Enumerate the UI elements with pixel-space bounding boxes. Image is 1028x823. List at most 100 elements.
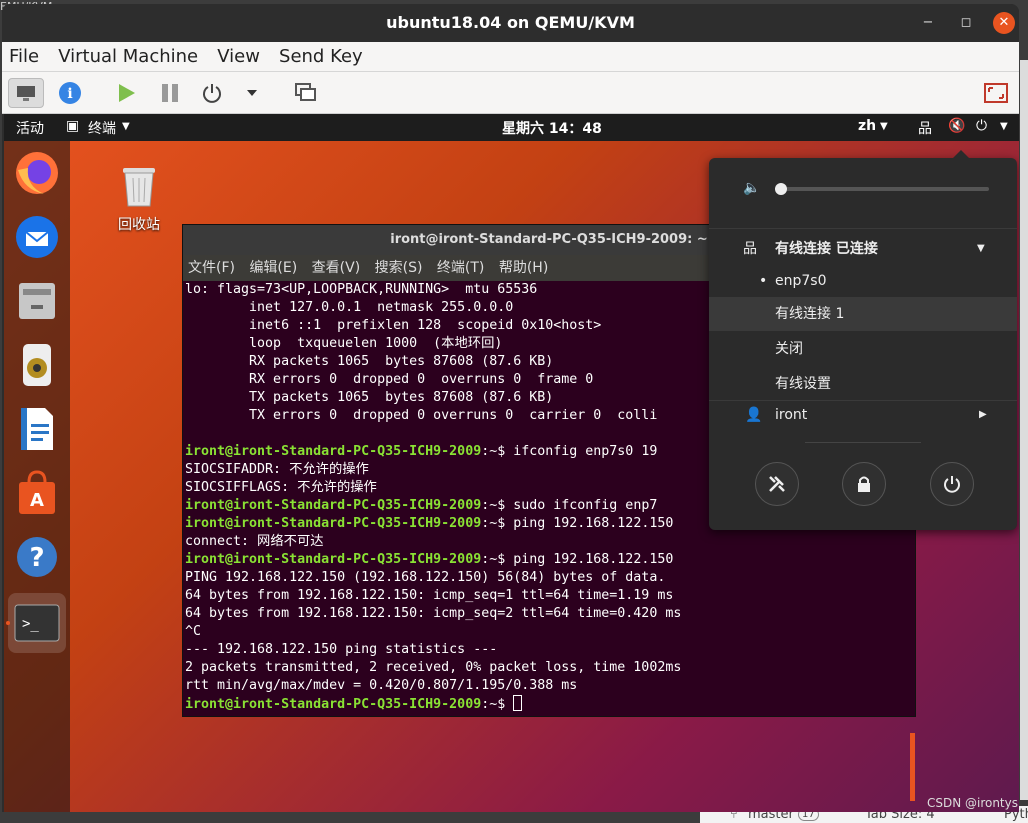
prompt-path: :~$ [481, 516, 514, 531]
info-icon[interactable]: i [52, 78, 88, 108]
firefox-icon[interactable] [13, 149, 61, 197]
volume-muted-icon[interactable]: 🔇 [948, 118, 965, 134]
wired-settings-item[interactable]: 有线设置 [709, 367, 1017, 401]
term-menu-terminal[interactable]: 终端(T) [437, 260, 484, 276]
software-icon[interactable]: A [13, 469, 61, 517]
dock: A ? >_ [4, 141, 70, 812]
command: sudo ifconfig enp7 [513, 498, 658, 513]
volume-slider-knob[interactable] [775, 183, 787, 195]
svg-text:A: A [30, 490, 44, 511]
settings-icon[interactable] [755, 462, 799, 506]
connection-1-label: 有线连接 1 [775, 306, 845, 322]
terminal-line: PING 192.168.122.150 (192.168.122.150) 5… [185, 570, 666, 585]
term-menu-search[interactable]: 搜索(S) [375, 260, 423, 276]
maximize-icon[interactable]: ◻ [955, 12, 977, 34]
turn-off-label: 关闭 [775, 341, 803, 357]
terminal-dock-icon[interactable]: >_ [8, 593, 66, 653]
command: ping 192.168.122.150 [513, 552, 674, 567]
wired-settings-label: 有线设置 [775, 376, 831, 392]
user-item[interactable]: 👤 iront ▶ [709, 398, 1017, 432]
play-icon[interactable] [108, 78, 144, 108]
power-icon[interactable] [930, 462, 974, 506]
terminal-line: iront@iront-Standard-PC-Q35-ICH9-2009:~$ [185, 695, 911, 714]
trash-label: 回收站 [118, 217, 160, 233]
terminal-line: rtt min/avg/max/mdev = 0.420/0.807/1.195… [185, 678, 578, 693]
terminal-line: 64 bytes from 192.168.122.150: icmp_seq=… [185, 606, 682, 621]
power-icon[interactable] [194, 78, 230, 108]
gnome-topbar: 活动 ▣ 终端 ▼ 星期六 14：48 zh ▼ 品 🔇 ⏻ ▼ [4, 114, 1019, 141]
terminal-app-icon: ▣ [66, 118, 80, 134]
files-icon[interactable] [13, 277, 61, 325]
prompt-path: :~$ [481, 697, 514, 712]
iface-item[interactable]: • enp7s0 [709, 264, 1017, 298]
command: ping 192.168.122.150 [513, 516, 674, 531]
lock-icon[interactable] [842, 462, 886, 506]
term-menu-view[interactable]: 查看(V) [312, 260, 361, 276]
iface-label: enp7s0 [775, 273, 827, 289]
dropdown-icon[interactable] [234, 78, 270, 108]
wired-connection-header[interactable]: 品 有线连接 已连接 ▼ [709, 232, 1017, 266]
chevron-down-icon: ▼ [880, 121, 888, 132]
prompt-user: iront@iront-Standard-PC-Q35-ICH9-2009 [185, 444, 482, 459]
monitor-icon[interactable] [8, 78, 44, 108]
clock[interactable]: 星期六 14：48 [502, 118, 602, 138]
help-icon[interactable]: ? [13, 533, 61, 581]
terminal-line: 2 packets transmitted, 2 received, 0% pa… [185, 660, 682, 675]
volume-muted-icon: 🔈 [743, 180, 761, 196]
chevron-right-icon: ▶ [979, 409, 987, 420]
connection-1-item[interactable]: 有线连接 1 [709, 297, 1017, 331]
screenshot-icon[interactable] [288, 78, 324, 108]
activities-button[interactable]: 活动 [16, 118, 44, 138]
thunderbird-icon[interactable] [13, 213, 61, 261]
toolbar: i [2, 72, 1019, 114]
window-controls: − ◻ ✕ [917, 12, 1015, 34]
user-icon: 👤 [745, 407, 763, 423]
turn-off-item[interactable]: 关闭 [709, 332, 1017, 366]
wired-status: 有线连接 已连接 [775, 241, 878, 257]
prompt-user: iront@iront-Standard-PC-Q35-ICH9-2009 [185, 498, 482, 513]
host-scrollbar[interactable] [1020, 60, 1028, 800]
term-menu-help[interactable]: 帮助(H) [499, 260, 548, 276]
prompt-path: :~$ [481, 498, 514, 513]
network-icon[interactable]: 品 [918, 118, 932, 138]
svg-text:>_: >_ [22, 616, 39, 632]
prompt-user: iront@iront-Standard-PC-Q35-ICH9-2009 [185, 516, 482, 531]
app-menu[interactable]: 终端 [88, 118, 116, 138]
network-icon: 品 [743, 241, 757, 257]
pause-icon[interactable] [152, 78, 188, 108]
menu-virtual-machine[interactable]: Virtual Machine [51, 42, 205, 72]
close-icon[interactable]: ✕ [993, 12, 1015, 34]
menu-send-key[interactable]: Send Key [272, 42, 370, 72]
terminal-line: ^C [185, 624, 202, 639]
user-label: iront [775, 407, 808, 423]
prompt-user: iront@iront-Standard-PC-Q35-ICH9-2009 [185, 697, 482, 712]
bullet-icon: • [759, 273, 768, 289]
guest-screen[interactable]: 活动 ▣ 终端 ▼ 星期六 14：48 zh ▼ 品 🔇 ⏻ ▼ A ? >_ … [4, 114, 1019, 812]
term-menu-edit[interactable]: 编辑(E) [249, 260, 297, 276]
chevron-down-icon: ▼ [977, 243, 985, 254]
terminal-line: iront@iront-Standard-PC-Q35-ICH9-2009:~$… [185, 551, 911, 569]
svg-text:?: ? [29, 543, 44, 573]
minimize-icon[interactable]: − [917, 12, 939, 34]
command: ifconfig enp7s0 19 [513, 444, 658, 459]
terminal-line: --- 192.168.122.150 ping statistics --- [185, 642, 498, 657]
rhythmbox-icon[interactable] [13, 341, 61, 389]
menubar: File Virtual Machine View Send Key [2, 42, 1019, 72]
menu-view[interactable]: View [210, 42, 267, 72]
term-menu-file[interactable]: 文件(F) [188, 260, 235, 276]
power-icon[interactable]: ⏻ [976, 118, 987, 134]
volume-slider[interactable] [779, 187, 989, 191]
input-method[interactable]: zh [858, 118, 876, 134]
terminal-scrollbar[interactable] [910, 733, 915, 801]
menu-file[interactable]: File [2, 42, 46, 72]
fullscreen-icon[interactable] [978, 78, 1014, 108]
window-title: ubuntu18.04 on QEMU/KVM [2, 4, 1019, 42]
svg-text:i: i [67, 86, 72, 102]
writer-icon[interactable] [13, 405, 61, 453]
prompt-path: :~$ [481, 552, 514, 567]
watermark: CSDN @irontys [926, 796, 1018, 810]
trash-desktop-icon[interactable]: 回收站 [114, 162, 164, 234]
prompt-user: iront@iront-Standard-PC-Q35-ICH9-2009 [185, 552, 482, 567]
text-cursor [513, 695, 523, 711]
chevron-down-icon: ▼ [122, 121, 130, 132]
